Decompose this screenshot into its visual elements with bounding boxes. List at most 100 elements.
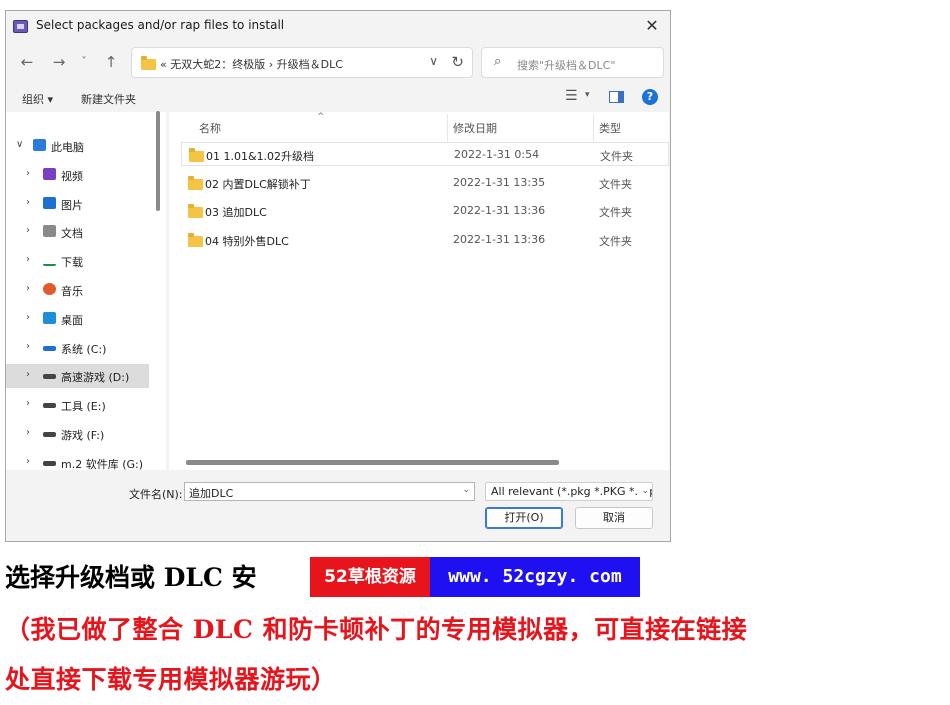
tree-item-label: 桌面 [61,313,83,327]
forward-arrow-icon[interactable]: → [48,51,70,73]
pictures-icon [43,196,56,209]
file-row[interactable]: 04 特别外售DLC 2022-1-31 13:36 文件夹 [181,228,669,252]
file-name[interactable]: 04 特别外售DLC [205,233,289,249]
organize-menu[interactable]: 组织 ▾ [22,91,53,107]
navigation-pane: ∨ 此电脑 › 视频 › 图片 › 文档 › 下载 › 音乐 › 桌面 › 系统 (C:) › 高速游戏 (D:)… [6,112,166,471]
drive-icon [43,374,56,380]
chevron-down-icon[interactable]: ∨ [16,139,23,150]
refresh-icon[interactable]: ↻ [451,53,464,71]
tree-item[interactable]: › 下载 [6,249,149,273]
file-name[interactable]: 02 内置DLC解锁补丁 [205,176,311,192]
recent-locations-chevron-icon[interactable]: ˅ [73,51,95,73]
new-folder-button[interactable]: 新建文件夹 [81,91,136,107]
view-options-icon[interactable]: ☰ [565,88,578,104]
back-arrow-icon[interactable]: ← [16,51,38,73]
tree-item[interactable]: › 图片 [6,192,149,216]
filename-label: 文件名(N): [129,488,183,501]
folder-icon [188,232,203,247]
command-bar: 组织 ▾ 新建文件夹 ☰ ▾ ? [6,86,670,112]
tree-item[interactable]: › 游戏 (F:) [6,422,149,446]
chevron-down-icon[interactable]: ⌄ [462,485,470,495]
tree-item-label: 此电脑 [51,141,84,154]
chevron-right-icon[interactable]: › [26,398,30,409]
column-divider[interactable] [593,114,594,142]
tree-item-label: 文档 [61,227,83,241]
tree-item[interactable]: › 音乐 [6,278,149,302]
folder-icon [189,148,204,162]
open-button[interactable]: 打开(O) [485,507,563,529]
column-divider[interactable] [447,114,448,142]
computer-icon [33,139,46,151]
chevron-right-icon[interactable]: › [26,283,30,294]
chevron-right-icon[interactable]: › [26,341,30,352]
folder-icon [188,175,203,190]
vertical-scrollbar[interactable] [156,111,160,211]
file-name[interactable]: 01 1.01&1.02升级档 [206,148,314,164]
banner-site-name: 52草根资源 [310,557,430,597]
preview-pane-icon[interactable] [609,91,624,103]
tree-item[interactable]: › 桌面 [6,307,149,331]
chevron-right-icon[interactable]: › [26,427,30,438]
desktop-icon [43,311,56,324]
chevron-right-icon[interactable]: › [26,197,30,208]
tree-item[interactable]: ∨ 此电脑 [6,134,149,158]
column-header-type[interactable]: 类型 [599,120,621,136]
chevron-down-icon[interactable]: ▾ [585,90,590,100]
video-icon [43,167,56,180]
tree-item[interactable]: › 视频 [6,163,149,187]
tree-item[interactable]: › 工具 (E:) [6,393,149,417]
file-type: 文件夹 [599,177,632,191]
chevron-right-icon[interactable]: › [26,456,30,467]
tree-item-label: 游戏 (F:) [61,429,105,442]
file-type-filter-value[interactable]: All relevant (*.pkg *.PKG *.rap [491,485,652,498]
caption-line-2: （我已做了整合 DLC 和防卡顿补丁的专用模拟器，可直接在链接 [5,615,748,644]
chevron-down-icon[interactable]: ⌄ [639,486,649,496]
tree-item[interactable]: › m.2 软件库 (G:) [6,451,149,475]
file-row[interactable]: 02 内置DLC解锁补丁 2022-1-31 13:35 文件夹 [181,171,669,195]
sort-indicator-icon: ^ [317,112,325,122]
file-row[interactable]: 01 1.01&1.02升级档 2022-1-31 0:54 文件夹 [181,142,669,166]
chevron-right-icon[interactable]: › [26,312,30,323]
file-row[interactable]: 03 追加DLC 2022-1-31 13:36 文件夹 [181,199,669,223]
column-header-date[interactable]: 修改日期 [453,120,497,136]
tree-item-label: 系统 (C:) [61,342,107,356]
tree-item[interactable]: › 文档 [6,220,149,244]
file-list: 名称 ^ 修改日期 类型 01 1.01&1.02升级档 2022-1-31 0:… [169,112,669,470]
file-type: 文件夹 [599,234,632,248]
drive-icon [43,460,56,466]
tree-item-label: m.2 软件库 (G:) [61,457,144,471]
search-box[interactable]: ⌕ 搜索"升级档＆DLC" [481,47,664,78]
tree-item[interactable]: › 系统 (C:) [6,336,149,360]
tree-item-label: 工具 (E:) [61,400,106,414]
app-icon [13,20,28,33]
filename-value[interactable]: 追加DLC [189,487,233,500]
documents-icon [43,225,56,238]
chevron-right-icon[interactable]: › [26,225,30,236]
up-arrow-icon[interactable]: ↑ [100,51,122,73]
column-header-name[interactable]: 名称 [199,120,221,136]
watermark-banner: 52草根资源 www. 52cgzy. com [310,557,640,597]
help-icon[interactable]: ? [642,89,658,105]
address-bar[interactable]: « 无双大蛇2：终极版 › 升级档＆DLC ∨ ↻ [131,47,473,78]
file-date: 2022-1-31 0:54 [454,148,540,161]
filename-input[interactable]: 追加DLC ⌄ [184,482,475,501]
horizontal-scrollbar[interactable] [186,460,559,465]
window-title: Select packages and/or rap files to inst… [36,18,285,32]
chevron-down-icon[interactable]: ∨ [429,54,438,68]
address-path[interactable]: « 无双大蛇2：终极版 › 升级档＆DLC [160,56,343,72]
chevron-right-icon[interactable]: › [26,369,30,380]
chevron-right-icon[interactable]: › [26,168,30,179]
caption-line-1: 选择升级档或 DLC 安 [5,563,257,592]
caption-line-3: 处直接下载专用模拟器游玩） [5,665,337,694]
title-bar: Select packages and/or rap files to inst… [6,11,670,41]
close-icon[interactable]: ✕ [640,15,664,37]
drive-icon [43,345,56,351]
file-type-filter[interactable]: All relevant (*.pkg *.PKG *.rap ⌄ [485,482,653,501]
banner-site-url: www. 52cgzy. com [430,557,640,597]
tree-item[interactable]: › 高速游戏 (D:) [6,364,149,389]
download-icon [43,254,56,267]
file-name[interactable]: 03 追加DLC [205,204,267,220]
chevron-right-icon[interactable]: › [26,254,30,265]
cancel-button[interactable]: 取消 [575,507,653,529]
search-placeholder[interactable]: 搜索"升级档＆DLC" [517,57,615,73]
